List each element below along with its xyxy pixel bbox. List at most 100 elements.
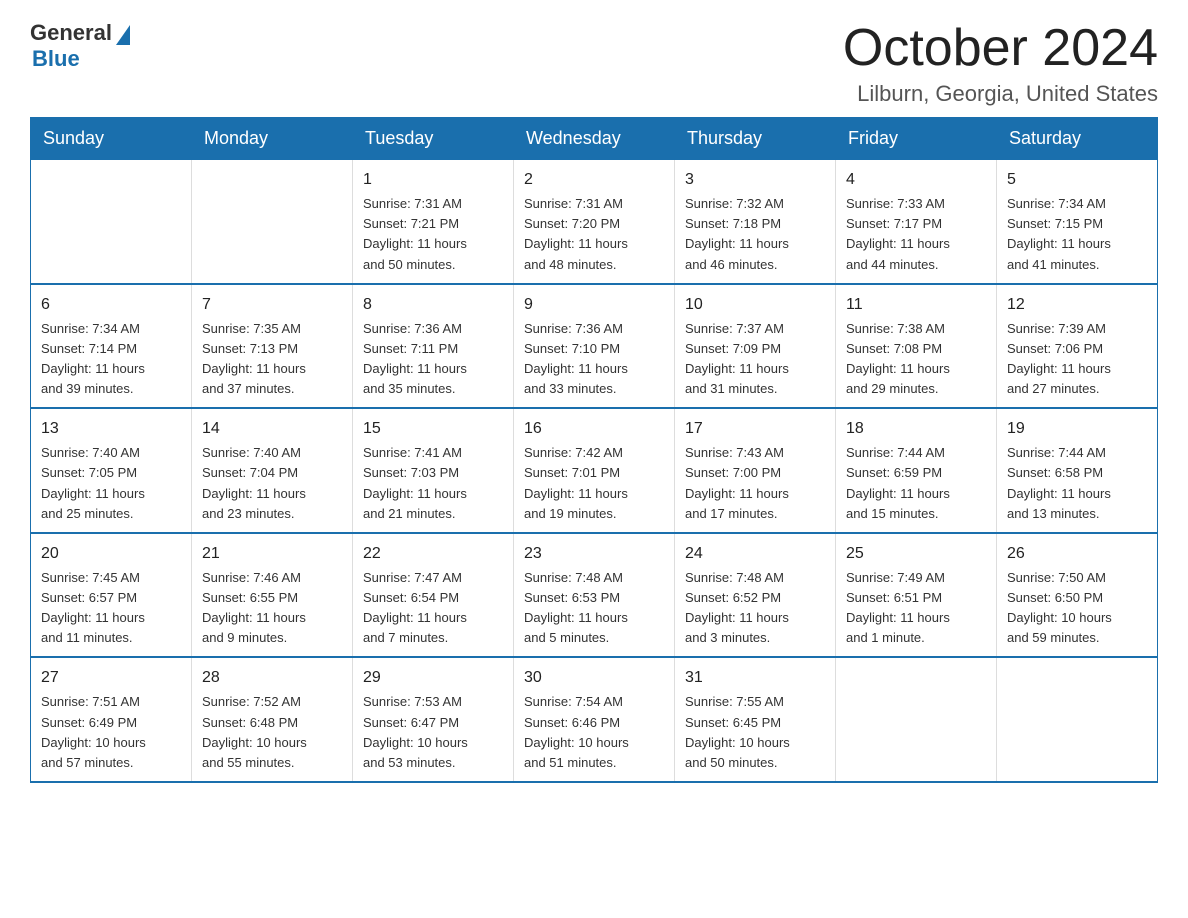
calendar-cell: 25Sunrise: 7:49 AM Sunset: 6:51 PM Dayli… bbox=[836, 533, 997, 658]
page-header: General Blue October 2024 Lilburn, Georg… bbox=[30, 20, 1158, 107]
calendar-week-row: 1Sunrise: 7:31 AM Sunset: 7:21 PM Daylig… bbox=[31, 160, 1158, 284]
day-info: Sunrise: 7:45 AM Sunset: 6:57 PM Dayligh… bbox=[41, 568, 181, 649]
calendar-cell: 6Sunrise: 7:34 AM Sunset: 7:14 PM Daylig… bbox=[31, 284, 192, 409]
calendar-cell bbox=[997, 657, 1158, 782]
calendar-cell: 2Sunrise: 7:31 AM Sunset: 7:20 PM Daylig… bbox=[514, 160, 675, 284]
day-number: 5 bbox=[1007, 168, 1147, 192]
calendar-header-row: SundayMondayTuesdayWednesdayThursdayFrid… bbox=[31, 118, 1158, 160]
day-info: Sunrise: 7:49 AM Sunset: 6:51 PM Dayligh… bbox=[846, 568, 986, 649]
calendar-cell: 15Sunrise: 7:41 AM Sunset: 7:03 PM Dayli… bbox=[353, 408, 514, 533]
day-number: 25 bbox=[846, 542, 986, 566]
calendar-cell: 28Sunrise: 7:52 AM Sunset: 6:48 PM Dayli… bbox=[192, 657, 353, 782]
day-number: 21 bbox=[202, 542, 342, 566]
weekday-header-tuesday: Tuesday bbox=[353, 118, 514, 160]
day-info: Sunrise: 7:37 AM Sunset: 7:09 PM Dayligh… bbox=[685, 319, 825, 400]
calendar-cell: 31Sunrise: 7:55 AM Sunset: 6:45 PM Dayli… bbox=[675, 657, 836, 782]
day-number: 20 bbox=[41, 542, 181, 566]
day-info: Sunrise: 7:41 AM Sunset: 7:03 PM Dayligh… bbox=[363, 443, 503, 524]
day-number: 24 bbox=[685, 542, 825, 566]
day-info: Sunrise: 7:31 AM Sunset: 7:21 PM Dayligh… bbox=[363, 194, 503, 275]
calendar-cell: 18Sunrise: 7:44 AM Sunset: 6:59 PM Dayli… bbox=[836, 408, 997, 533]
day-number: 28 bbox=[202, 666, 342, 690]
calendar-cell: 27Sunrise: 7:51 AM Sunset: 6:49 PM Dayli… bbox=[31, 657, 192, 782]
calendar-cell: 14Sunrise: 7:40 AM Sunset: 7:04 PM Dayli… bbox=[192, 408, 353, 533]
title-block: October 2024 Lilburn, Georgia, United St… bbox=[843, 20, 1158, 107]
day-info: Sunrise: 7:43 AM Sunset: 7:00 PM Dayligh… bbox=[685, 443, 825, 524]
day-number: 10 bbox=[685, 293, 825, 317]
calendar-cell: 10Sunrise: 7:37 AM Sunset: 7:09 PM Dayli… bbox=[675, 284, 836, 409]
calendar-cell: 21Sunrise: 7:46 AM Sunset: 6:55 PM Dayli… bbox=[192, 533, 353, 658]
calendar-cell: 22Sunrise: 7:47 AM Sunset: 6:54 PM Dayli… bbox=[353, 533, 514, 658]
calendar-cell bbox=[192, 160, 353, 284]
calendar-cell: 26Sunrise: 7:50 AM Sunset: 6:50 PM Dayli… bbox=[997, 533, 1158, 658]
day-info: Sunrise: 7:35 AM Sunset: 7:13 PM Dayligh… bbox=[202, 319, 342, 400]
day-info: Sunrise: 7:50 AM Sunset: 6:50 PM Dayligh… bbox=[1007, 568, 1147, 649]
calendar-cell: 23Sunrise: 7:48 AM Sunset: 6:53 PM Dayli… bbox=[514, 533, 675, 658]
day-number: 12 bbox=[1007, 293, 1147, 317]
calendar-table: SundayMondayTuesdayWednesdayThursdayFrid… bbox=[30, 117, 1158, 783]
calendar-cell: 19Sunrise: 7:44 AM Sunset: 6:58 PM Dayli… bbox=[997, 408, 1158, 533]
day-number: 29 bbox=[363, 666, 503, 690]
month-year-title: October 2024 bbox=[843, 20, 1158, 77]
calendar-cell: 8Sunrise: 7:36 AM Sunset: 7:11 PM Daylig… bbox=[353, 284, 514, 409]
weekday-header-friday: Friday bbox=[836, 118, 997, 160]
logo-blue-text: Blue bbox=[32, 46, 80, 72]
weekday-header-thursday: Thursday bbox=[675, 118, 836, 160]
day-number: 13 bbox=[41, 417, 181, 441]
day-number: 8 bbox=[363, 293, 503, 317]
weekday-header-wednesday: Wednesday bbox=[514, 118, 675, 160]
weekday-header-sunday: Sunday bbox=[31, 118, 192, 160]
day-info: Sunrise: 7:34 AM Sunset: 7:15 PM Dayligh… bbox=[1007, 194, 1147, 275]
calendar-cell bbox=[31, 160, 192, 284]
day-number: 30 bbox=[524, 666, 664, 690]
calendar-cell: 13Sunrise: 7:40 AM Sunset: 7:05 PM Dayli… bbox=[31, 408, 192, 533]
weekday-header-saturday: Saturday bbox=[997, 118, 1158, 160]
day-info: Sunrise: 7:32 AM Sunset: 7:18 PM Dayligh… bbox=[685, 194, 825, 275]
day-number: 11 bbox=[846, 293, 986, 317]
day-number: 3 bbox=[685, 168, 825, 192]
calendar-cell: 5Sunrise: 7:34 AM Sunset: 7:15 PM Daylig… bbox=[997, 160, 1158, 284]
day-info: Sunrise: 7:48 AM Sunset: 6:53 PM Dayligh… bbox=[524, 568, 664, 649]
day-number: 14 bbox=[202, 417, 342, 441]
day-info: Sunrise: 7:36 AM Sunset: 7:10 PM Dayligh… bbox=[524, 319, 664, 400]
calendar-cell: 20Sunrise: 7:45 AM Sunset: 6:57 PM Dayli… bbox=[31, 533, 192, 658]
day-info: Sunrise: 7:42 AM Sunset: 7:01 PM Dayligh… bbox=[524, 443, 664, 524]
logo-triangle-icon bbox=[116, 25, 130, 45]
calendar-week-row: 27Sunrise: 7:51 AM Sunset: 6:49 PM Dayli… bbox=[31, 657, 1158, 782]
day-number: 9 bbox=[524, 293, 664, 317]
weekday-header-monday: Monday bbox=[192, 118, 353, 160]
day-number: 23 bbox=[524, 542, 664, 566]
day-info: Sunrise: 7:39 AM Sunset: 7:06 PM Dayligh… bbox=[1007, 319, 1147, 400]
calendar-cell: 3Sunrise: 7:32 AM Sunset: 7:18 PM Daylig… bbox=[675, 160, 836, 284]
calendar-cell: 29Sunrise: 7:53 AM Sunset: 6:47 PM Dayli… bbox=[353, 657, 514, 782]
day-info: Sunrise: 7:46 AM Sunset: 6:55 PM Dayligh… bbox=[202, 568, 342, 649]
day-number: 26 bbox=[1007, 542, 1147, 566]
calendar-cell: 1Sunrise: 7:31 AM Sunset: 7:21 PM Daylig… bbox=[353, 160, 514, 284]
day-number: 6 bbox=[41, 293, 181, 317]
day-info: Sunrise: 7:47 AM Sunset: 6:54 PM Dayligh… bbox=[363, 568, 503, 649]
day-number: 22 bbox=[363, 542, 503, 566]
calendar-cell: 9Sunrise: 7:36 AM Sunset: 7:10 PM Daylig… bbox=[514, 284, 675, 409]
day-info: Sunrise: 7:52 AM Sunset: 6:48 PM Dayligh… bbox=[202, 692, 342, 773]
calendar-cell: 11Sunrise: 7:38 AM Sunset: 7:08 PM Dayli… bbox=[836, 284, 997, 409]
calendar-cell bbox=[836, 657, 997, 782]
day-number: 2 bbox=[524, 168, 664, 192]
day-number: 15 bbox=[363, 417, 503, 441]
day-info: Sunrise: 7:48 AM Sunset: 6:52 PM Dayligh… bbox=[685, 568, 825, 649]
day-info: Sunrise: 7:44 AM Sunset: 6:58 PM Dayligh… bbox=[1007, 443, 1147, 524]
day-info: Sunrise: 7:55 AM Sunset: 6:45 PM Dayligh… bbox=[685, 692, 825, 773]
day-info: Sunrise: 7:40 AM Sunset: 7:05 PM Dayligh… bbox=[41, 443, 181, 524]
day-info: Sunrise: 7:33 AM Sunset: 7:17 PM Dayligh… bbox=[846, 194, 986, 275]
day-number: 4 bbox=[846, 168, 986, 192]
day-number: 31 bbox=[685, 666, 825, 690]
day-number: 19 bbox=[1007, 417, 1147, 441]
calendar-cell: 16Sunrise: 7:42 AM Sunset: 7:01 PM Dayli… bbox=[514, 408, 675, 533]
calendar-cell: 4Sunrise: 7:33 AM Sunset: 7:17 PM Daylig… bbox=[836, 160, 997, 284]
day-number: 7 bbox=[202, 293, 342, 317]
calendar-cell: 12Sunrise: 7:39 AM Sunset: 7:06 PM Dayli… bbox=[997, 284, 1158, 409]
calendar-cell: 17Sunrise: 7:43 AM Sunset: 7:00 PM Dayli… bbox=[675, 408, 836, 533]
calendar-week-row: 20Sunrise: 7:45 AM Sunset: 6:57 PM Dayli… bbox=[31, 533, 1158, 658]
day-info: Sunrise: 7:36 AM Sunset: 7:11 PM Dayligh… bbox=[363, 319, 503, 400]
day-info: Sunrise: 7:40 AM Sunset: 7:04 PM Dayligh… bbox=[202, 443, 342, 524]
day-info: Sunrise: 7:54 AM Sunset: 6:46 PM Dayligh… bbox=[524, 692, 664, 773]
